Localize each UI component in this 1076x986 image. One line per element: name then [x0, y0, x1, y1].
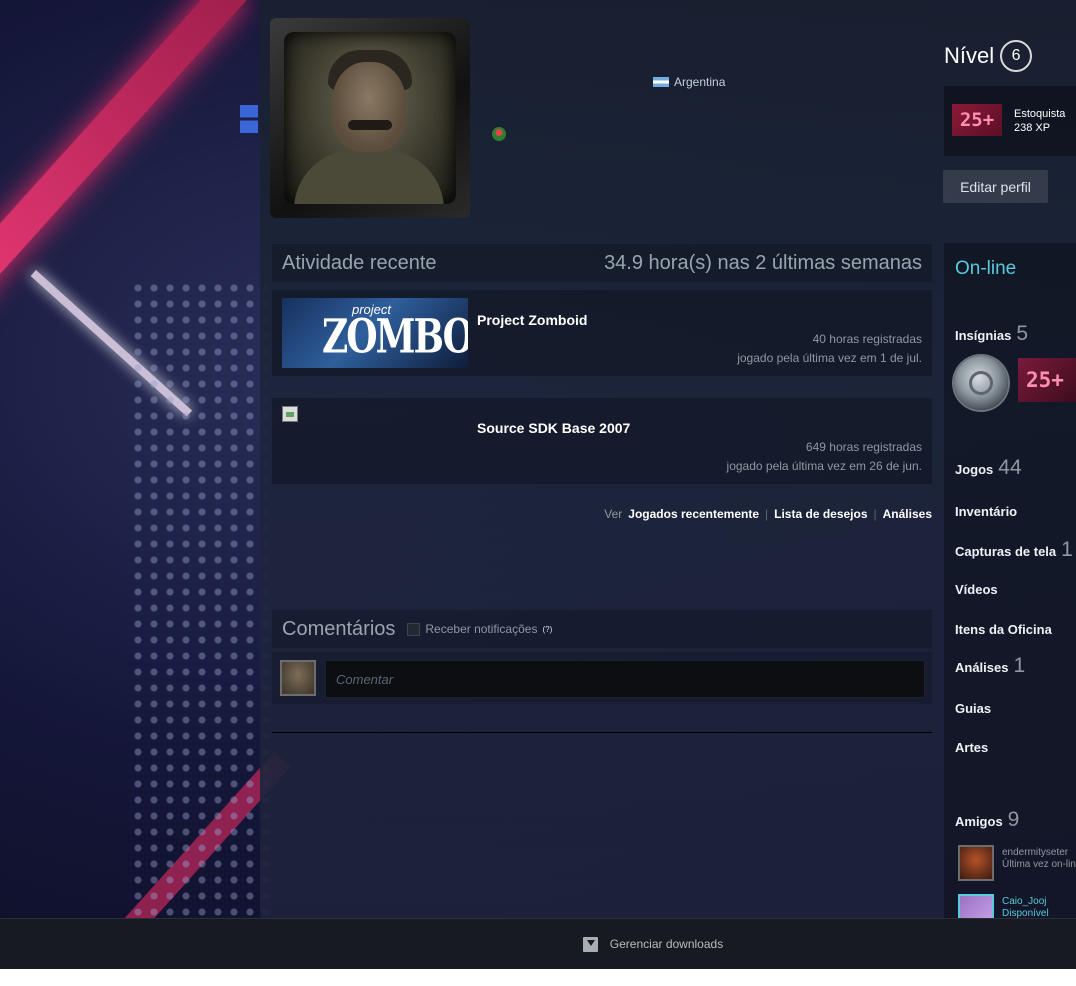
friend-avatar	[958, 845, 994, 881]
user-avatar	[280, 660, 316, 696]
broken-image-icon[interactable]	[282, 406, 298, 422]
profile-level: Nível 6	[944, 40, 1033, 72]
featured-badge-xp: 238 XP	[1014, 122, 1051, 134]
badges-link[interactable]: Insígnias 5	[955, 322, 1028, 346]
profile-country: Argentina	[653, 75, 725, 89]
country-name: Argentina	[674, 75, 726, 89]
manage-downloads-label: Gerenciar downloads	[609, 937, 724, 951]
badges-label: Insígnias	[955, 328, 1012, 343]
activity-view-links: Ver Jogados recentemente | Lista de dese…	[604, 507, 932, 521]
screenshots-link[interactable]: Capturas de tela 1	[955, 538, 1073, 562]
reviews-label: Análises	[955, 660, 1009, 675]
games-label: Jogos	[955, 462, 994, 477]
featured-badge[interactable]: 25+ Estoquista 238 XP	[944, 86, 1076, 156]
friend-item[interactable]: endermityseter Última vez on-line	[958, 845, 1076, 885]
friends-link[interactable]: Amigos 9	[955, 808, 1019, 832]
window-edge	[0, 969, 1076, 986]
screenshots-label: Capturas de tela	[955, 544, 1057, 559]
wishlist-link[interactable]: Lista de desejos	[774, 507, 867, 521]
artwork-link[interactable]: Artes	[955, 740, 988, 755]
reviews-link[interactable]: Análises	[883, 507, 932, 521]
game-last-played: jogado pela última vez em 1 de jul.	[737, 351, 922, 365]
background-stripe	[0, 0, 247, 313]
edit-profile-button[interactable]: Editar perfil	[943, 170, 1048, 203]
screenshots-count: 1	[1061, 538, 1073, 561]
videos-link[interactable]: Vídeos	[955, 582, 998, 597]
game-name-link[interactable]: Project Zomboid	[477, 312, 587, 328]
guides-link[interactable]: Guias	[955, 701, 991, 716]
view-label: Ver	[604, 507, 623, 521]
reviews-sidebar-link[interactable]: Análises 1	[955, 654, 1025, 678]
downloads-bar[interactable]: Gerenciar downloads	[0, 918, 1076, 969]
recent-game-row: Source SDK Base 2007 649 horas registrad…	[272, 398, 932, 484]
friend-name: Caio_Jooj	[1002, 896, 1047, 907]
game-capsule-image[interactable]: project ZOMBOID	[282, 298, 468, 368]
game-last-played: jogado pela última vez em 26 de jun.	[726, 459, 922, 473]
games-count: 44	[998, 456, 1022, 479]
recent-game-row: project ZOMBOID Project Zomboid 40 horas…	[272, 290, 932, 376]
help-link[interactable]: (?)	[542, 625, 552, 634]
recently-played-link[interactable]: Jogados recentemente	[628, 507, 759, 521]
game-name-link[interactable]: Source SDK Base 2007	[477, 420, 630, 436]
download-icon	[582, 936, 598, 952]
reviews-count: 1	[1013, 654, 1026, 677]
recent-activity-summary: 34.9 hora(s) nas 2 últimas semanas	[604, 251, 922, 274]
profile-mini-badge-icon[interactable]	[492, 127, 506, 141]
profile-avatar[interactable]	[270, 18, 470, 218]
notify-toggle[interactable]: Receber notificações (?)	[407, 622, 552, 636]
badge-coin-icon[interactable]	[954, 356, 1008, 410]
game-hours: 649 horas registradas	[805, 440, 922, 454]
workshop-link[interactable]: Itens da Oficina	[955, 622, 1052, 637]
inventory-link[interactable]: Inventário	[955, 504, 1017, 519]
divider	[272, 732, 932, 733]
notify-label: Receber notificações	[425, 622, 538, 636]
featured-badge-name: Estoquista	[1014, 108, 1066, 120]
friends-count: 9	[1007, 808, 1020, 831]
recent-activity-header: Atividade recente 34.9 hora(s) nas 2 últ…	[272, 244, 932, 282]
badge-level-icon[interactable]: 25+	[1018, 358, 1076, 402]
avatar-image	[284, 32, 456, 204]
comment-input[interactable]: Comentar	[325, 660, 925, 698]
level-value[interactable]: 6	[1000, 40, 1033, 72]
online-status: On-line	[955, 258, 1017, 279]
badges-count: 5	[1016, 322, 1029, 345]
featured-badge-icon: 25+	[952, 104, 1002, 136]
recent-activity-title: Atividade recente	[282, 251, 437, 274]
notify-checkbox[interactable]	[407, 622, 421, 636]
game-hours: 40 horas registradas	[812, 332, 922, 346]
comments-title: Comentários	[282, 617, 396, 640]
friend-status: Última vez on-line	[1002, 859, 1076, 870]
argentina-flag-icon	[653, 77, 669, 87]
background-blocks	[240, 105, 258, 133]
background-dot-grid	[130, 280, 270, 918]
capsule-text: ZOMBOID	[322, 309, 468, 365]
games-link[interactable]: Jogos 44	[955, 456, 1022, 480]
comment-composer: Comentar	[272, 652, 932, 704]
comments-header: Comentários Receber notificações (?)	[272, 610, 932, 648]
friend-name: endermityseter	[1002, 847, 1069, 858]
level-label: Nível	[944, 43, 995, 68]
friends-label: Amigos	[955, 814, 1003, 829]
